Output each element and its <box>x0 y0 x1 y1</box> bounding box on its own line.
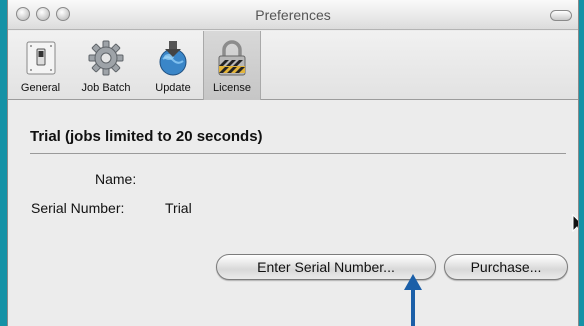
tab-license-label: License <box>213 82 251 94</box>
gear-icon <box>88 40 124 76</box>
purchase-button[interactable]: Purchase... <box>444 254 568 280</box>
globe-download-icon <box>159 41 187 76</box>
tab-general-label: General <box>20 82 61 94</box>
serial-number-label: Serial Number: <box>31 200 125 216</box>
title-bar[interactable]: Preferences <box>8 0 578 30</box>
mouse-pointer-icon <box>572 214 578 233</box>
preferences-window: Preferences General Job Batch Update Lic… <box>7 0 579 326</box>
annotation-arrow-icon <box>404 274 422 326</box>
switch-icon <box>26 41 55 75</box>
section-divider <box>30 153 566 154</box>
license-status-heading: Trial (jobs limited to 20 seconds) <box>30 128 263 145</box>
tab-update-label: Update <box>155 82 191 94</box>
name-label: Name: <box>95 171 137 187</box>
padlock-icon <box>218 40 246 76</box>
preferences-toolbar: General Job Batch Update License <box>8 31 578 100</box>
toolbar-toggle-button[interactable] <box>550 10 572 21</box>
window-title: Preferences <box>255 7 331 23</box>
serial-number-value: Trial <box>165 200 192 216</box>
tab-update[interactable]: Update <box>145 31 201 100</box>
tab-license[interactable]: License <box>203 31 261 100</box>
tab-job-batch-label: Job Batch <box>81 82 131 94</box>
tab-job-batch[interactable]: Job Batch <box>70 31 142 100</box>
tab-general[interactable]: General <box>13 31 68 100</box>
